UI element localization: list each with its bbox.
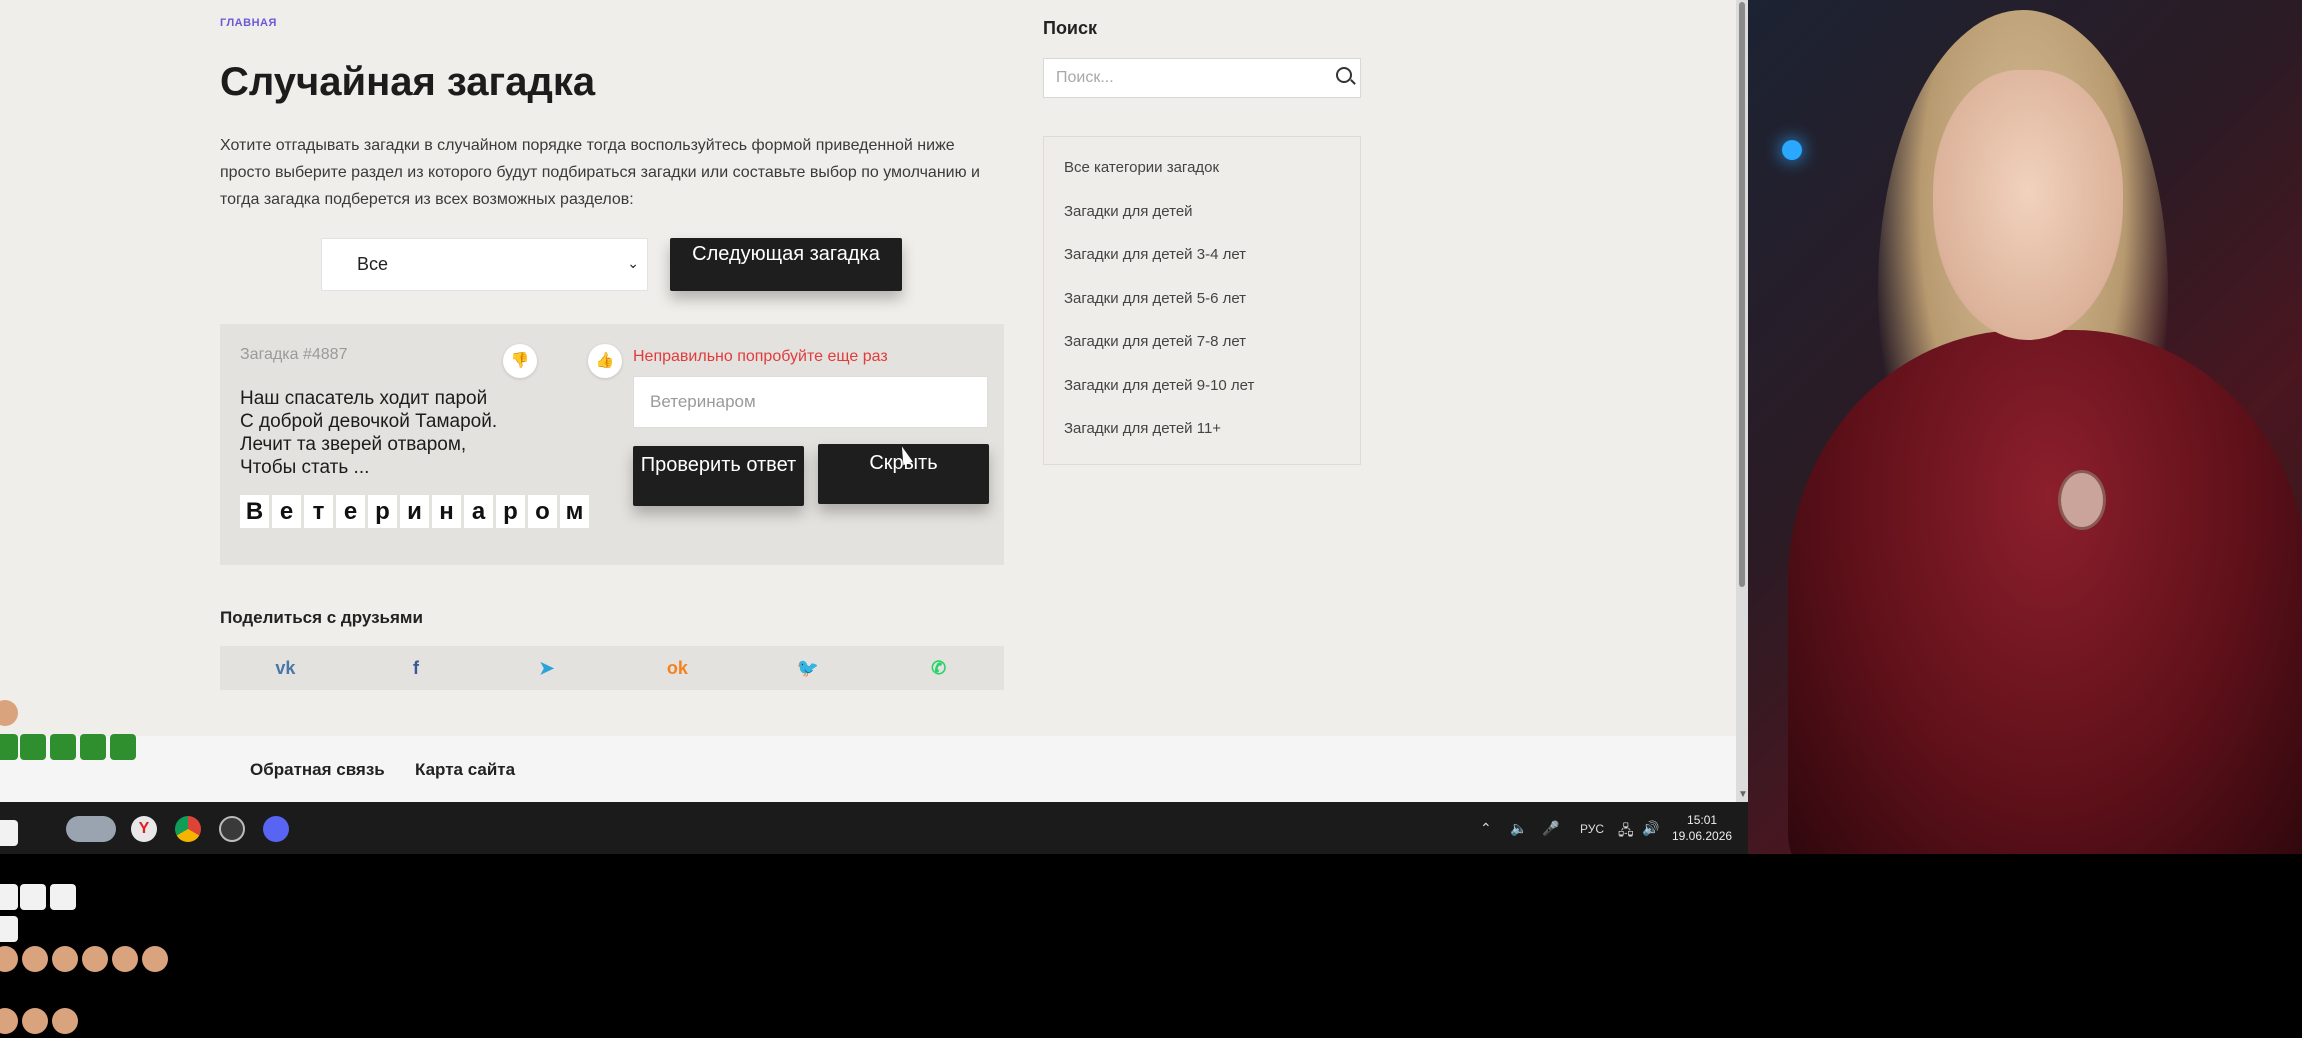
riddle-line: Лечит та зверей отваром, bbox=[240, 434, 467, 455]
background-light bbox=[1782, 140, 1802, 160]
discord-icon[interactable] bbox=[263, 816, 289, 842]
telegram-icon[interactable]: ➤ bbox=[481, 646, 612, 690]
emote-icon bbox=[52, 1008, 78, 1034]
network-icon[interactable]: 🖧 bbox=[1618, 820, 1634, 844]
creeper-emote-icon bbox=[50, 734, 76, 760]
check-answer-button[interactable]: Проверить ответ bbox=[633, 446, 804, 506]
emote-icon bbox=[0, 820, 18, 846]
answer-letter: м bbox=[560, 495, 589, 528]
scrollbar-thumb[interactable] bbox=[1739, 2, 1745, 587]
riddle-line: Чтобы стать ... bbox=[240, 457, 370, 478]
category-item[interactable]: Загадки для детей 5-6 лет bbox=[1064, 286, 1340, 330]
answer-letter: о bbox=[528, 495, 557, 528]
footer: Обратная связь Карта сайта bbox=[0, 736, 1736, 802]
app-icon[interactable] bbox=[219, 816, 245, 842]
browser-page: ГЛАВНАЯ Случайная загадка Хотите отгадыв… bbox=[0, 0, 1736, 802]
emote-icon bbox=[20, 884, 46, 910]
answer-letter: а bbox=[464, 495, 493, 528]
answer-letter: р bbox=[496, 495, 525, 528]
emote-icon bbox=[82, 946, 108, 972]
category-list: Все категории загадок Загадки для детей … bbox=[1043, 136, 1361, 465]
riddle-line: Наш спасатель ходит парой bbox=[240, 388, 488, 409]
speaker-icon[interactable]: 🔈 bbox=[1510, 820, 1527, 837]
creeper-emote-icon bbox=[20, 734, 46, 760]
scroll-down-icon[interactable]: ▼ bbox=[1738, 789, 1748, 800]
clock[interactable]: 15:01 19.06.2026 bbox=[1672, 812, 1732, 844]
webcam-overlay bbox=[1748, 0, 2302, 854]
emote-icon bbox=[112, 946, 138, 972]
language-indicator[interactable]: РУС bbox=[1580, 822, 1604, 836]
volume-icon[interactable]: 🔊 bbox=[1642, 820, 1659, 837]
page-title: Случайная загадка bbox=[220, 60, 596, 104]
chevron-up-icon[interactable]: ⌃ bbox=[1480, 820, 1492, 837]
yandex-browser-icon[interactable]: Y bbox=[131, 816, 157, 842]
screen: ГЛАВНАЯ Случайная загадка Хотите отгадыв… bbox=[0, 0, 2302, 1038]
twitter-icon[interactable]: 🐦 bbox=[743, 646, 874, 690]
riddle-text: Наш спасатель ходит парой С доброй девоч… bbox=[240, 387, 497, 479]
emote-icon bbox=[50, 884, 76, 910]
answer-letter: н bbox=[432, 495, 461, 528]
error-message: Неправильно попробуйте еще раз bbox=[633, 348, 888, 365]
answer-letter: и bbox=[400, 495, 429, 528]
thumbs-up-icon[interactable]: 👍 bbox=[588, 344, 622, 378]
answer-letter: р bbox=[368, 495, 397, 528]
emote-icon bbox=[22, 946, 48, 972]
answer-letter: т bbox=[304, 495, 333, 528]
search-title: Поиск bbox=[1043, 18, 1098, 38]
emote-icon bbox=[0, 884, 18, 910]
riddle-number: Загадка #4887 bbox=[240, 346, 348, 363]
microphone-icon[interactable]: 🎤 bbox=[1542, 820, 1559, 837]
riddle-line: С доброй девочкой Тамарой. bbox=[240, 411, 498, 432]
pendant bbox=[2058, 470, 2106, 530]
emote-icon bbox=[0, 946, 18, 972]
page-scrollbar[interactable]: ▼ bbox=[1736, 0, 1748, 802]
category-select[interactable]: Все ⌄ bbox=[321, 238, 648, 291]
creeper-emote-icon bbox=[0, 734, 18, 760]
emote-icon bbox=[22, 1008, 48, 1034]
feedback-link[interactable]: Обратная связь bbox=[250, 760, 385, 780]
category-item[interactable]: Все категории загадок bbox=[1064, 155, 1340, 199]
weather-widget-icon[interactable] bbox=[66, 816, 116, 842]
search-icon[interactable] bbox=[1336, 67, 1352, 83]
whatsapp-icon[interactable]: ✆ bbox=[873, 646, 1004, 690]
riddle-card: Загадка #4887 👎 👍 Неправильно попробуйте… bbox=[220, 324, 1004, 565]
answer-letters: В е т е р и н а р о м bbox=[240, 495, 589, 528]
category-item[interactable]: Загадки для детей 3-4 лет bbox=[1064, 242, 1340, 286]
facebook-icon[interactable]: f bbox=[351, 646, 482, 690]
thumbs-down-icon[interactable]: 👎 bbox=[503, 344, 537, 378]
webcam-person-body bbox=[1788, 330, 2302, 854]
answer-letter: е bbox=[336, 495, 365, 528]
clock-date: 19.06.2026 bbox=[1672, 829, 1733, 843]
category-item[interactable]: Загадки для детей 9-10 лет bbox=[1064, 373, 1340, 417]
sitemap-link[interactable]: Карта сайта bbox=[415, 760, 515, 780]
category-item[interactable]: Загадки для детей 7-8 лет bbox=[1064, 329, 1340, 373]
emote-icon bbox=[142, 946, 168, 972]
emote-icon bbox=[0, 916, 18, 942]
emote-icon bbox=[0, 1008, 18, 1034]
webcam-person-face bbox=[1933, 70, 2123, 340]
creeper-emote-icon bbox=[110, 734, 136, 760]
search-placeholder: Поиск... bbox=[1056, 69, 1114, 86]
next-riddle-button[interactable]: Следующая загадка bbox=[670, 238, 902, 291]
share-title: Поделиться с друзьями bbox=[220, 608, 423, 627]
emote-icon bbox=[52, 946, 78, 972]
category-item[interactable]: Загадки для детей bbox=[1064, 199, 1340, 243]
answer-letter: В bbox=[240, 495, 269, 528]
answer-letter: е bbox=[272, 495, 301, 528]
taskbar: Y ⌃ 🔈 🎤 РУС 🖧 🔊 15:01 19.06.2026 bbox=[0, 802, 1748, 854]
breadcrumb[interactable]: ГЛАВНАЯ bbox=[220, 17, 277, 29]
vk-icon[interactable]: vk bbox=[220, 646, 351, 690]
chevron-down-icon: ⌄ bbox=[627, 255, 639, 271]
clock-time: 15:01 bbox=[1687, 813, 1718, 827]
search-input[interactable]: Поиск... bbox=[1043, 58, 1361, 98]
answer-input[interactable]: Ветеринаром bbox=[633, 376, 988, 428]
category-select-value: Все bbox=[357, 254, 389, 274]
intro-text: Хотите отгадывать загадки в случайном по… bbox=[220, 137, 980, 208]
odnoklassniki-icon[interactable]: ok bbox=[612, 646, 743, 690]
chrome-icon[interactable] bbox=[175, 816, 201, 842]
creeper-emote-icon bbox=[80, 734, 106, 760]
category-item[interactable]: Загадки для детей 11+ bbox=[1064, 416, 1340, 460]
share-bar: vk f ➤ ok 🐦 ✆ bbox=[220, 646, 1004, 690]
